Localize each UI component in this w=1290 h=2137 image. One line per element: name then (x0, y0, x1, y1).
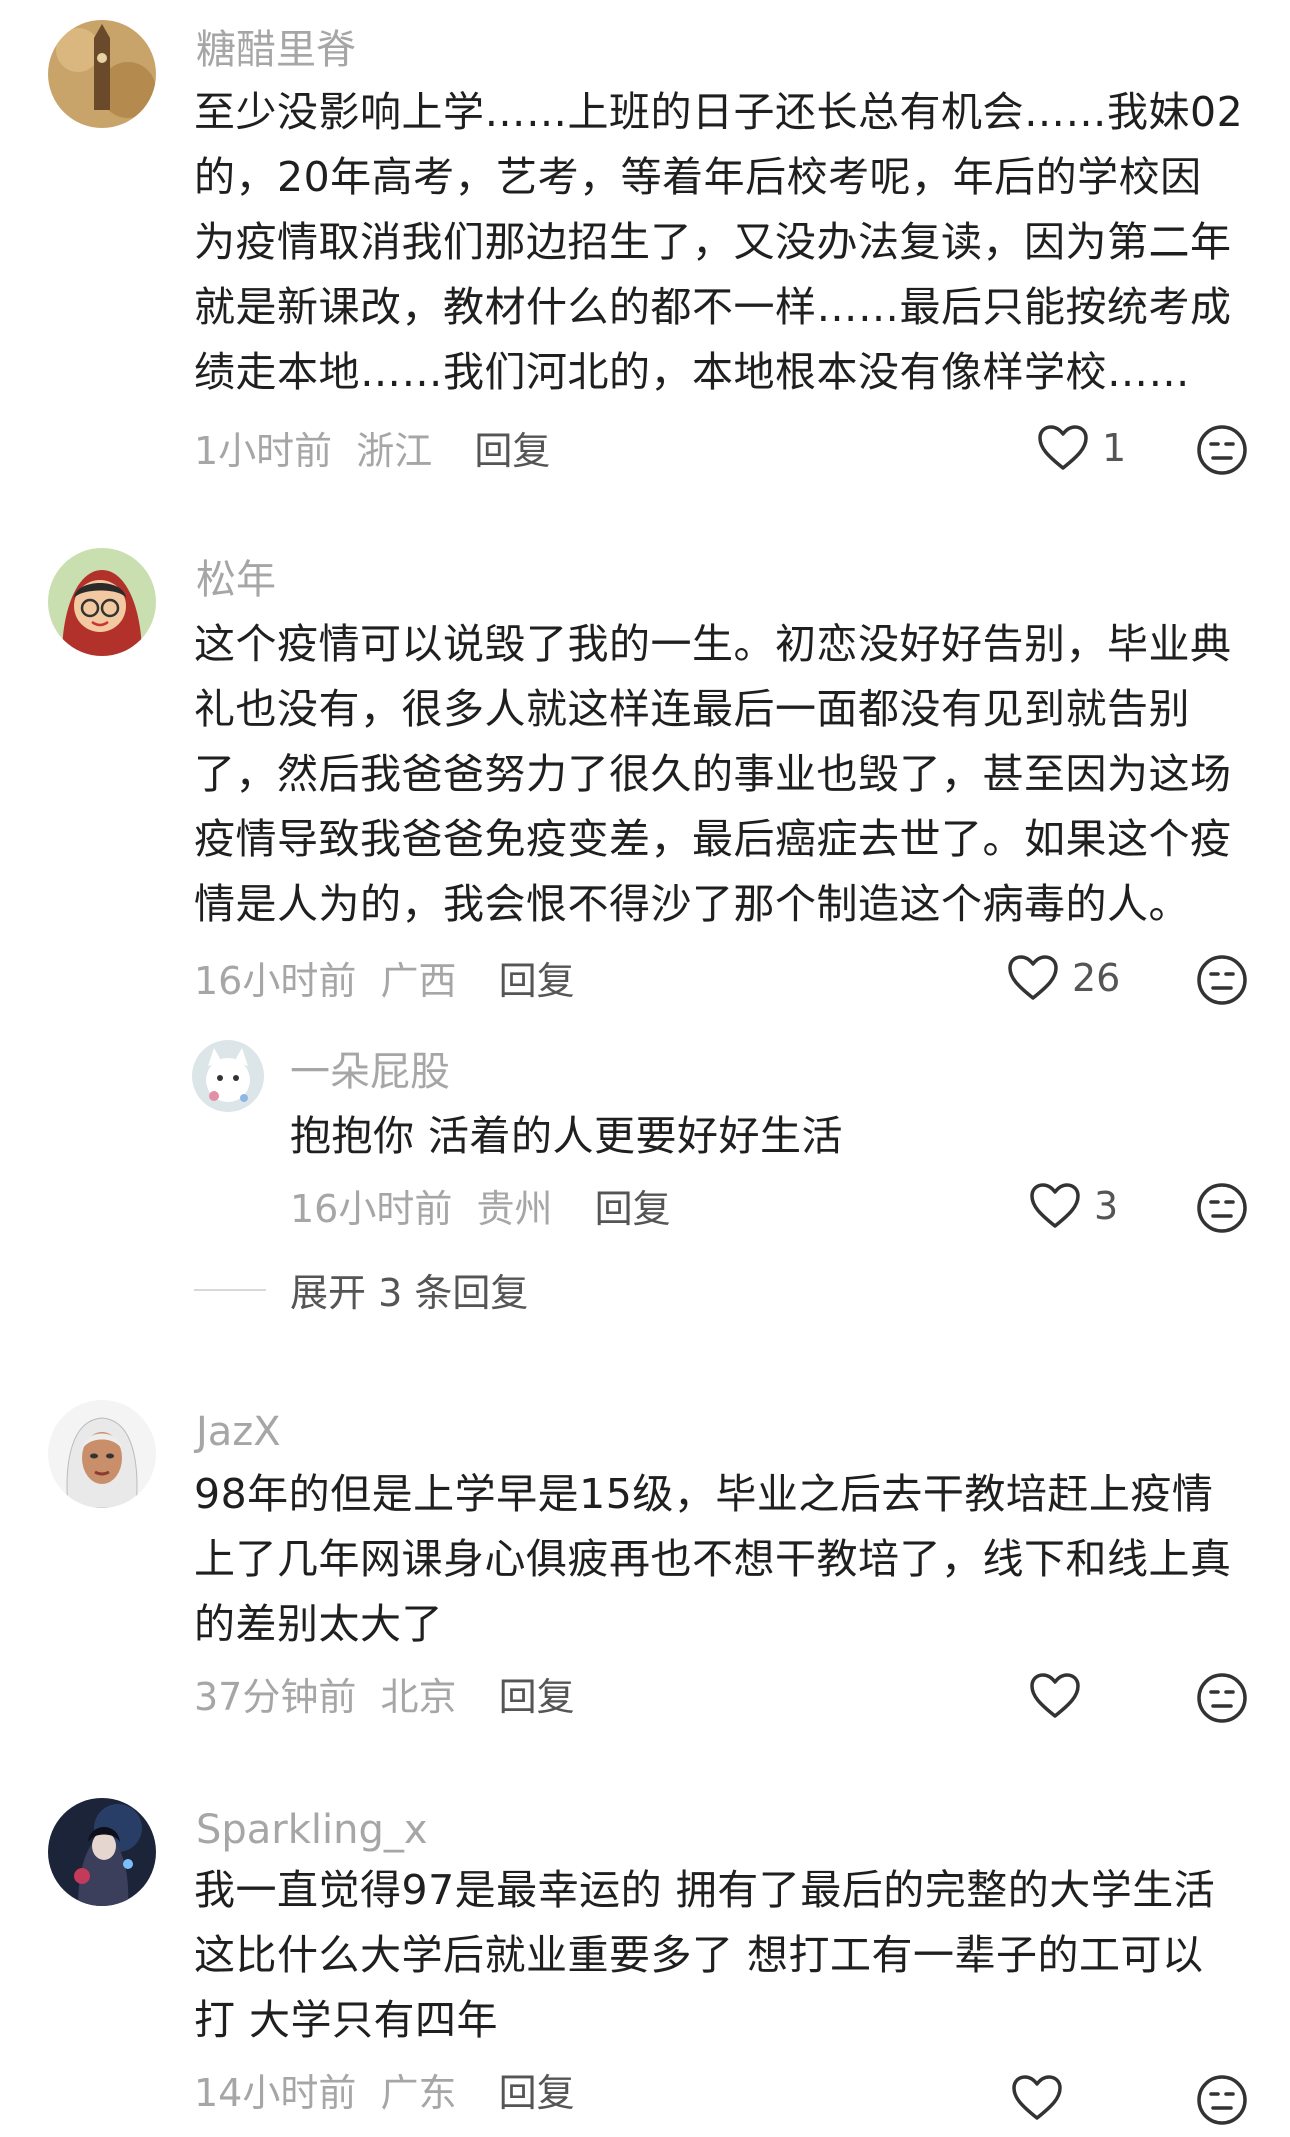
username[interactable]: 松年 (196, 560, 276, 600)
like-count: 1 (1102, 426, 1127, 470)
comment-text: 抱抱你 活着的人更要好好生活 (290, 1112, 844, 1160)
comment-text: 这个疫情可以说毁了我的一生。初恋没好好告别，毕业典 礼也没有，很多人就这样连最后… (194, 612, 1232, 937)
username[interactable]: JazX (196, 1412, 281, 1452)
comment-line: 绩走本地……我们河北的，本地根本没有像样学校…… (194, 348, 1190, 396)
expand-replies-button[interactable]: 展开 3 条回复 (194, 1262, 528, 1317)
reply-button[interactable]: 回复 (474, 429, 550, 473)
timestamp: 1小时前 (194, 429, 333, 473)
username[interactable]: 一朵屁股 (290, 1052, 450, 1092)
comment-meta: 37分钟前 北京 回复 (194, 1678, 575, 1716)
comment-line: 情是人为的，我会恨不得沙了那个制造这个病毒的人。 (194, 880, 1190, 928)
comment-line: 打 大学只有四年 (194, 1996, 499, 2044)
heart-outline-icon (1030, 1183, 1080, 1228)
comment-line: 这比什么大学后就业重要多了 想打工有一辈子的工可以 (194, 1931, 1204, 1979)
avatar[interactable] (48, 1400, 156, 1508)
neutral-face-icon[interactable] (1196, 2074, 1248, 2126)
like-count: 26 (1072, 956, 1121, 1000)
neutral-face-icon[interactable] (1196, 1182, 1248, 1234)
comment-line: 98年的但是上学早是15级，毕业之后去干教培赶上疫情 (194, 1470, 1214, 1518)
neutral-face-icon[interactable] (1196, 954, 1248, 1006)
comment-line: 礼也没有，很多人就这样连最后一面都没有见到就告别 (194, 685, 1190, 733)
timestamp: 16小时前 (194, 959, 357, 1003)
avatar[interactable] (192, 1040, 264, 1112)
timestamp: 14小时前 (194, 2071, 357, 2115)
heart-outline-icon (1038, 425, 1088, 470)
heart-outline-icon (1008, 955, 1058, 1000)
like-button[interactable] (1028, 1672, 1094, 1720)
avatar[interactable] (48, 20, 156, 128)
avatar[interactable] (48, 1798, 156, 1906)
timestamp: 16小时前 (290, 1187, 453, 1231)
heart-outline-icon (1030, 1673, 1080, 1718)
username[interactable]: 糖醋里脊 (196, 30, 356, 70)
like-count: 3 (1094, 1184, 1119, 1228)
comment-text: 我一直觉得97是最幸运的 拥有了最后的完整的大学生活 这比什么大学后就业重要多了… (194, 1858, 1215, 2053)
comment-line: 的差别太大了 (194, 1600, 443, 1648)
neutral-face-icon[interactable] (1196, 424, 1248, 476)
comment-line: 的，20年高考，艺考，等着年后校考呢，年后的学校因 (194, 153, 1202, 201)
comment-line: 上了几年网课身心俱疲再也不想干教培了，线下和线上真 (194, 1535, 1232, 1583)
avatar[interactable] (48, 548, 156, 656)
comment-line: 我一直觉得97是最幸运的 拥有了最后的完整的大学生活 (194, 1866, 1216, 1914)
comment-text: 98年的但是上学早是15级，毕业之后去干教培赶上疫情 上了几年网课身心俱疲再也不… (194, 1462, 1232, 1657)
divider (194, 1288, 266, 1291)
location: 贵州 (476, 1187, 553, 1231)
like-button[interactable]: 1 (1036, 424, 1126, 472)
location: 北京 (380, 1675, 457, 1719)
comment-meta: 16小时前 广西 回复 (194, 962, 575, 1000)
reply-button[interactable]: 回复 (499, 1675, 575, 1719)
comment-line: 这个疫情可以说毁了我的一生。初恋没好好告别，毕业典 (194, 620, 1232, 668)
location: 浙江 (356, 429, 433, 473)
expand-replies-label: 展开 3 条回复 (290, 1271, 529, 1315)
comment-meta: 1小时前 浙江 回复 (194, 432, 550, 470)
location: 广东 (380, 2071, 457, 2115)
reply-button[interactable]: 回复 (595, 1187, 671, 1231)
comment-line: 至少没影响上学……上班的日子还长总有机会……我妹02 (194, 88, 1244, 136)
comment-line: 为疫情取消我们那边招生了，又没办法复读，因为第二年 (194, 218, 1232, 266)
timestamp: 37分钟前 (194, 1675, 357, 1719)
comment-meta: 14小时前 广东 回复 (194, 2074, 575, 2112)
reply-button[interactable]: 回复 (499, 2071, 575, 2115)
comment-line: 疫情导致我爸爸免疫变差，最后癌症去世了。如果这个疫 (194, 815, 1232, 863)
comment-text: 至少没影响上学……上班的日子还长总有机会……我妹02 的，20年高考，艺考，等着… (194, 80, 1243, 405)
comment-meta: 16小时前 贵州 回复 (290, 1190, 671, 1228)
comment-line: 就是新课改，教材什么的都不一样……最后只能按统考成 (194, 283, 1232, 331)
username[interactable]: Sparkling_x (196, 1810, 428, 1850)
heart-outline-icon (1012, 2075, 1062, 2120)
comment-line: 了，然后我爸爸努力了很久的事业也毁了，甚至因为这场 (194, 750, 1232, 798)
location: 广西 (380, 959, 457, 1003)
like-button[interactable]: 3 (1028, 1182, 1118, 1230)
neutral-face-icon[interactable] (1196, 1672, 1248, 1724)
reply-button[interactable]: 回复 (499, 959, 575, 1003)
like-button[interactable]: 26 (1006, 954, 1120, 1002)
like-button[interactable] (1010, 2074, 1076, 2122)
